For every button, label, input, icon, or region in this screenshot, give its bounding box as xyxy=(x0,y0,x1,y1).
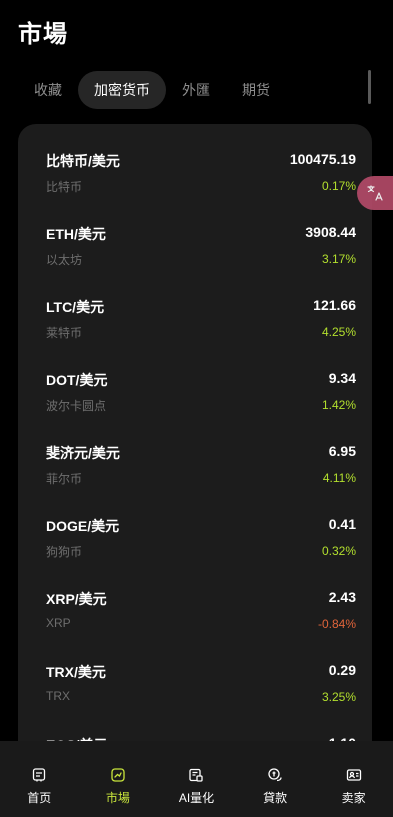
nav-ai-quant[interactable]: AI量化 xyxy=(157,741,236,817)
translate-icon xyxy=(367,185,383,201)
market-row[interactable]: DOT/美元 波尔卡圆点 9.34 1.42% xyxy=(18,343,372,415)
market-name: 狗狗币 xyxy=(46,545,83,559)
market-row[interactable]: DOGE/美元 狗狗币 0.41 0.32% xyxy=(18,489,372,561)
market-name: TRX xyxy=(46,689,70,703)
market-price: 3908.44 xyxy=(305,224,356,240)
market-row[interactable]: TRX/美元 TRX 0.29 3.25% xyxy=(18,635,372,707)
page-title: 市場 xyxy=(18,21,68,48)
nav-market[interactable]: 市場 xyxy=(79,741,158,817)
nav-label: AI量化 xyxy=(178,791,215,805)
market-price: 6.95 xyxy=(328,443,356,459)
market-name: 以太坊 xyxy=(46,253,83,267)
tab-forex[interactable]: 外匯 xyxy=(166,71,226,109)
tabs-scroll-indicator xyxy=(368,70,371,104)
nav-label: 貸款 xyxy=(263,791,288,805)
tab-crypto[interactable]: 加密货币 xyxy=(78,71,166,109)
market-list: 比特币/美元 比特币 100475.19 0.17% ETH/美元 以太坊 39… xyxy=(18,124,372,817)
market-change: 4.25% xyxy=(321,325,356,339)
nav-label: 卖家 xyxy=(341,791,366,805)
market-name: XRP xyxy=(46,616,71,630)
market-change: -0.84% xyxy=(317,617,356,631)
nav-loan[interactable]: 貸款 xyxy=(236,741,315,817)
market-price: 2.43 xyxy=(328,589,356,605)
seller-icon xyxy=(346,769,361,781)
market-pair: LTC/美元 xyxy=(46,299,105,315)
market-name: 莱特币 xyxy=(46,326,83,340)
market-name: 波尔卡圆点 xyxy=(46,399,107,413)
market-pair: ETH/美元 xyxy=(46,226,106,242)
bottom-nav: 首页 市場 AI量化 貸款 卖家 xyxy=(0,741,393,817)
market-row[interactable]: LTC/美元 莱特币 121.66 4.25% xyxy=(18,270,372,342)
tab-futures[interactable]: 期货 xyxy=(226,71,286,109)
market-name: 比特币 xyxy=(46,180,83,194)
market-price: 0.41 xyxy=(328,516,356,532)
market-pair: 斐济元/美元 xyxy=(46,445,120,461)
market-change: 1.42% xyxy=(321,398,356,412)
market-change: 3.17% xyxy=(321,252,356,266)
market-pair: XRP/美元 xyxy=(46,591,107,607)
market-pair: TRX/美元 xyxy=(46,664,106,680)
market-price: 9.34 xyxy=(328,370,356,386)
market-pair: DOGE/美元 xyxy=(46,518,120,534)
market-change: 0.17% xyxy=(321,179,356,193)
market-change: 3.25% xyxy=(321,690,356,704)
translate-button[interactable] xyxy=(357,176,393,210)
home-icon xyxy=(33,768,46,782)
tab-favorites[interactable]: 收藏 xyxy=(18,71,78,109)
nav-home[interactable]: 首页 xyxy=(0,741,79,817)
nav-label: 市場 xyxy=(105,791,130,805)
market-pair: 比特币/美元 xyxy=(46,153,120,169)
market-name: 菲尔币 xyxy=(46,472,83,486)
market-row[interactable]: XRP/美元 XRP 2.43 -0.84% xyxy=(18,562,372,634)
market-icon xyxy=(111,768,125,782)
ai-quant-icon xyxy=(189,768,204,782)
loan-icon xyxy=(268,768,282,782)
market-pair: DOT/美元 xyxy=(46,372,108,388)
market-row[interactable]: 斐济元/美元 菲尔币 6.95 4.11% xyxy=(18,416,372,488)
market-price: 121.66 xyxy=(313,297,356,313)
market-change: 4.11% xyxy=(322,471,356,485)
nav-label: 首页 xyxy=(27,791,52,805)
market-change: 0.32% xyxy=(321,544,356,558)
market-row[interactable]: ETH/美元 以太坊 3908.44 3.17% xyxy=(18,197,372,269)
market-tabs: 收藏 加密货币 外匯 期货 xyxy=(18,70,286,110)
nav-seller[interactable]: 卖家 xyxy=(314,741,393,817)
market-price: 100475.19 xyxy=(289,151,356,167)
market-row[interactable]: 比特币/美元 比特币 100475.19 0.17% xyxy=(18,124,372,196)
market-price: 0.29 xyxy=(328,662,356,678)
